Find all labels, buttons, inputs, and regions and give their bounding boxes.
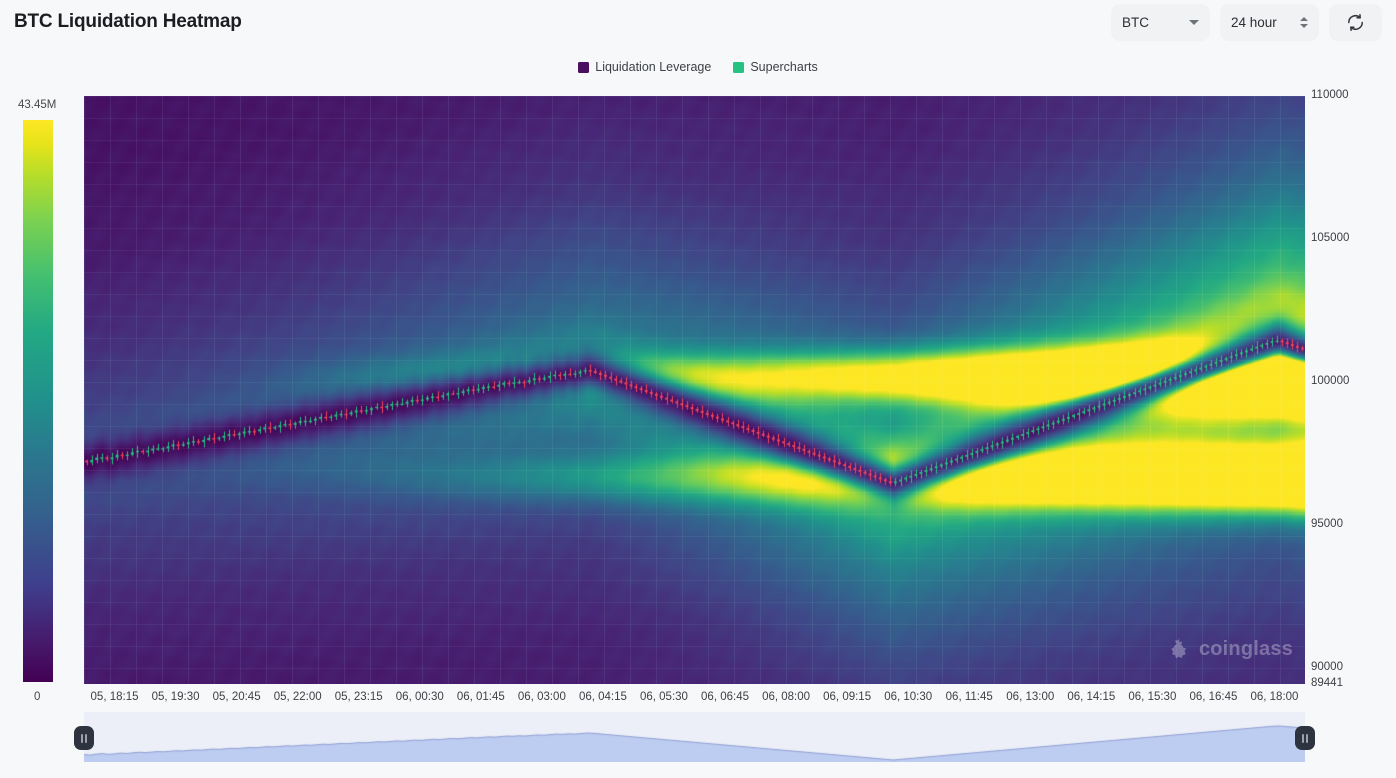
coinglass-logo-icon [1167, 637, 1192, 662]
x-axis-tick: 06, 09:15 [823, 691, 871, 703]
refresh-button[interactable] [1329, 4, 1382, 41]
x-axis-tick: 05, 19:30 [152, 691, 200, 703]
heatmap-plot[interactable]: coinglass [84, 96, 1305, 684]
x-axis-tick: 06, 05:30 [640, 691, 688, 703]
header-controls: BTC 24 hour [1111, 4, 1382, 41]
y-axis-tick: 100000 [1311, 375, 1349, 387]
symbol-select[interactable]: BTC [1111, 4, 1210, 41]
brush-mini-chart [84, 712, 1305, 762]
legend-item-supercharts[interactable]: Supercharts [733, 60, 817, 74]
price-candlestick-canvas [84, 96, 1305, 684]
coinglass-watermark: coinglass [1167, 637, 1293, 662]
legend-label: Liquidation Leverage [595, 60, 711, 74]
x-axis-tick: 06, 08:00 [762, 691, 810, 703]
x-axis-tick: 06, 10:30 [884, 691, 932, 703]
coinglass-watermark-text: coinglass [1199, 638, 1293, 661]
y-axis-tick: 110000 [1311, 89, 1349, 101]
symbol-select-value: BTC [1122, 15, 1149, 30]
x-axis: 05, 18:15 05, 19:30 05, 20:45 05, 22:00 05, … [0, 691, 1396, 709]
legend-swatch [733, 62, 744, 73]
x-axis-tick: 06, 00:30 [396, 691, 444, 703]
x-axis-tick: 06, 06:45 [701, 691, 749, 703]
x-axis-tick: 06, 13:00 [1006, 691, 1054, 703]
x-axis-tick: 06, 15:30 [1128, 691, 1176, 703]
colorbar-max-label: 43.45M [18, 99, 56, 111]
x-axis-tick: 06, 18:00 [1250, 691, 1298, 703]
up-down-stepper-icon[interactable] [1300, 17, 1308, 28]
brush-handle-left[interactable] [74, 726, 94, 750]
y-axis-tick: 105000 [1311, 232, 1349, 244]
y-axis: 110000105000100000950009000089441 [1311, 96, 1395, 696]
legend-label: Supercharts [750, 60, 817, 74]
x-axis-tick: 05, 23:15 [335, 691, 383, 703]
x-axis-tick: 05, 18:15 [91, 691, 139, 703]
y-axis-tick: 90000 [1311, 661, 1343, 673]
colorbar-gradient [23, 120, 53, 682]
x-axis-tick: 06, 03:00 [518, 691, 566, 703]
chevron-down-icon [1189, 20, 1199, 25]
chart-legend: Liquidation Leverage Supercharts [0, 60, 1396, 74]
legend-item-liquidation-leverage[interactable]: Liquidation Leverage [578, 60, 711, 74]
legend-swatch [578, 62, 589, 73]
y-axis-tick: 89441 [1311, 677, 1343, 689]
period-select-value: 24 hour [1231, 15, 1277, 30]
x-axis-tick: 05, 20:45 [213, 691, 261, 703]
x-axis-tick: 06, 14:15 [1067, 691, 1115, 703]
liquidation-heatmap-page: BTC Liquidation Heatmap BTC 24 hour [0, 0, 1396, 778]
page-title: BTC Liquidation Heatmap [14, 11, 242, 33]
x-axis-tick: 06, 01:45 [457, 691, 505, 703]
page-header: BTC Liquidation Heatmap BTC 24 hour [0, 0, 1396, 46]
y-axis-tick: 95000 [1311, 518, 1343, 530]
brush-handle-right[interactable] [1295, 726, 1315, 750]
refresh-icon [1346, 13, 1365, 32]
x-axis-tick: 06, 16:45 [1189, 691, 1237, 703]
x-axis-tick: 06, 04:15 [579, 691, 627, 703]
x-axis-tick: 06, 11:45 [946, 691, 993, 703]
period-select[interactable]: 24 hour [1220, 4, 1319, 41]
time-range-brush[interactable] [84, 712, 1305, 762]
x-axis-tick: 05, 22:00 [274, 691, 322, 703]
